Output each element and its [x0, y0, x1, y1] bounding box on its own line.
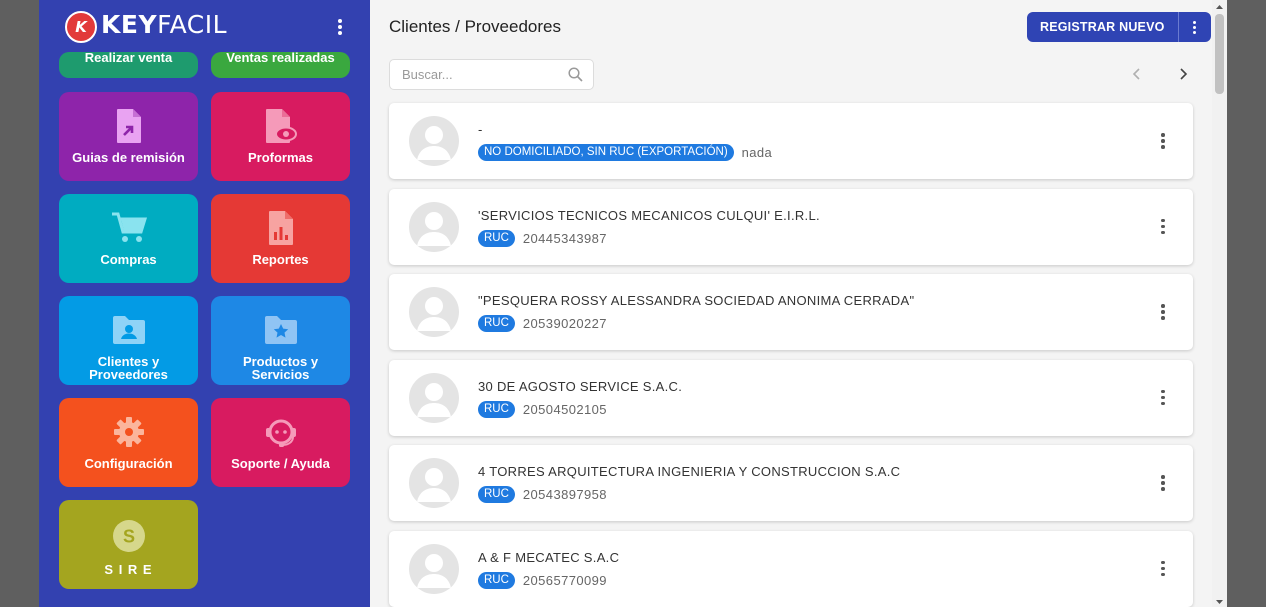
contact-doc: RUC 20445343987 — [478, 229, 607, 247]
chevron-left-icon[interactable] — [1129, 66, 1145, 82]
tile-label: Reportes — [252, 252, 309, 267]
contact-doc: RUC 20539020227 — [478, 315, 607, 333]
contact-card[interactable]: 30 DE AGOSTO SERVICE S.A.C. RUC 20504502… — [389, 359, 1193, 436]
more-vert-icon[interactable] — [1155, 473, 1171, 493]
search-box — [389, 59, 594, 90]
tile-proformas[interactable]: Proformas — [211, 92, 350, 181]
contact-card[interactable]: "PESQUERA ROSSY ALESSANDRA SOCIEDAD ANON… — [389, 274, 1193, 351]
doc-type-badge: RUC — [478, 229, 515, 247]
contacts-list: - NO DOMICILIADO, SIN RUC (EXPORTACIÓN) … — [389, 103, 1193, 607]
scroll-down-arrow-icon[interactable] — [1212, 595, 1227, 607]
tile-guias-remision[interactable]: Guias de remisión — [59, 92, 198, 181]
doc-type-badge: RUC — [478, 400, 515, 418]
document-arrow-icon — [115, 107, 143, 145]
tile-label: Ventas realizadas — [226, 50, 335, 65]
doc-number: 20565770099 — [522, 572, 607, 588]
search-icon[interactable] — [568, 67, 583, 87]
scroll-up-arrow-icon[interactable] — [1212, 0, 1227, 12]
contact-doc: RUC 20565770099 — [478, 571, 607, 589]
tile-clientes-proveedores[interactable]: Clientes y Proveedores — [59, 296, 198, 385]
vertical-scrollbar[interactable] — [1212, 0, 1227, 607]
doc-number: 20543897958 — [522, 487, 607, 503]
contact-name: A & F MECATEC S.A.C — [478, 549, 620, 565]
tile-sire[interactable]: S S I R E — [59, 500, 198, 589]
tile-label: Configuración — [84, 456, 173, 471]
scroll-thumb[interactable] — [1215, 14, 1224, 94]
sire-coin-icon: S — [112, 517, 146, 555]
search-input[interactable] — [402, 67, 562, 82]
support-agent-icon — [262, 413, 300, 451]
more-vert-icon[interactable] — [1155, 559, 1171, 579]
gear-icon — [111, 413, 147, 451]
logo-icon: K — [65, 11, 97, 43]
doc-number: 20504502105 — [522, 401, 607, 417]
tile-configuracion[interactable]: Configuración — [59, 398, 198, 487]
document-eye-icon — [264, 107, 298, 145]
contact-card[interactable]: 'SERVICIOS TECNICOS MECANICOS CULQUI' E.… — [389, 188, 1193, 265]
tile-compras[interactable]: Compras — [59, 194, 198, 283]
tile-label: Clientes y Proveedores — [89, 354, 168, 382]
sidebar: Realizar venta Ventas realizadas K KEYFA… — [39, 0, 370, 607]
register-button-group: REGISTRAR NUEVO — [1027, 12, 1211, 42]
logo-text: KEYFACIL — [101, 10, 228, 39]
tile-label: Proformas — [247, 150, 314, 165]
doc-number: nada — [741, 145, 773, 160]
tile-realizar-venta[interactable]: Realizar venta — [59, 50, 198, 78]
tile-label: Realizar venta — [84, 50, 173, 65]
tile-label: Guias de remisión — [72, 150, 185, 165]
avatar-placeholder-icon — [409, 372, 459, 423]
contact-name: 4 TORRES ARQUITECTURA INGENIERIA Y CONST… — [478, 464, 901, 480]
more-vert-icon[interactable] — [1155, 302, 1171, 322]
svg-text:S: S — [122, 527, 134, 547]
avatar-placeholder-icon — [409, 201, 459, 252]
tile-label: Productos y Servicios — [242, 354, 319, 382]
report-chart-icon — [267, 209, 295, 247]
chevron-right-icon[interactable] — [1175, 66, 1191, 82]
folder-user-icon — [111, 311, 147, 349]
brand-header: K KEYFACIL — [39, 0, 370, 52]
tile-reportes[interactable]: Reportes — [211, 194, 350, 283]
contact-name: "PESQUERA ROSSY ALESSANDRA SOCIEDAD ANON… — [478, 293, 915, 309]
contact-card[interactable]: - NO DOMICILIADO, SIN RUC (EXPORTACIÓN) … — [389, 103, 1193, 179]
contact-name: 'SERVICIOS TECNICOS MECANICOS CULQUI' E.… — [478, 207, 820, 223]
shopping-cart-icon — [110, 209, 148, 247]
avatar-placeholder-icon — [409, 116, 459, 166]
tile-label: Compras — [100, 252, 157, 267]
register-more-button[interactable] — [1177, 12, 1211, 42]
doc-type-badge: RUC — [478, 571, 515, 589]
more-vert-icon[interactable] — [1155, 388, 1171, 408]
contact-name: 30 DE AGOSTO SERVICE S.A.C. — [478, 378, 683, 394]
doc-type-badge: NO DOMICILIADO, SIN RUC (EXPORTACIÓN) — [478, 144, 734, 161]
doc-type-badge: RUC — [478, 486, 515, 504]
main-panel: Clientes / Proveedores REGISTRAR NUEVO -… — [370, 0, 1212, 607]
contact-card[interactable]: A & F MECATEC S.A.C RUC 20565770099 — [389, 530, 1193, 607]
tile-label: Soporte / Ayuda — [231, 456, 330, 471]
contact-doc: RUC 20504502105 — [478, 400, 607, 418]
doc-number: 20539020227 — [522, 316, 607, 332]
tile-label: S I R E — [104, 562, 153, 577]
contact-name: - — [478, 122, 483, 137]
sidebar-menu-button[interactable] — [331, 16, 349, 38]
folder-star-icon — [263, 311, 299, 349]
page-title: Clientes / Proveedores — [389, 17, 561, 36]
tile-productos-servicios[interactable]: Productos y Servicios — [211, 296, 350, 385]
tile-soporte-ayuda[interactable]: Soporte / Ayuda — [211, 398, 350, 487]
doc-type-badge: RUC — [478, 315, 515, 333]
contact-card[interactable]: 4 TORRES ARQUITECTURA INGENIERIA Y CONST… — [389, 445, 1193, 522]
tile-ventas-realizadas[interactable]: Ventas realizadas — [211, 50, 350, 78]
contact-doc: NO DOMICILIADO, SIN RUC (EXPORTACIÓN) na… — [478, 144, 772, 161]
more-vert-icon[interactable] — [1155, 217, 1171, 237]
more-vert-icon[interactable] — [1155, 131, 1171, 151]
avatar-placeholder-icon — [409, 543, 459, 594]
register-new-button[interactable]: REGISTRAR NUEVO — [1027, 12, 1178, 42]
doc-number: 20445343987 — [522, 230, 607, 246]
avatar-placeholder-icon — [409, 287, 459, 338]
avatar-placeholder-icon — [409, 458, 459, 509]
contact-doc: RUC 20543897958 — [478, 486, 607, 504]
